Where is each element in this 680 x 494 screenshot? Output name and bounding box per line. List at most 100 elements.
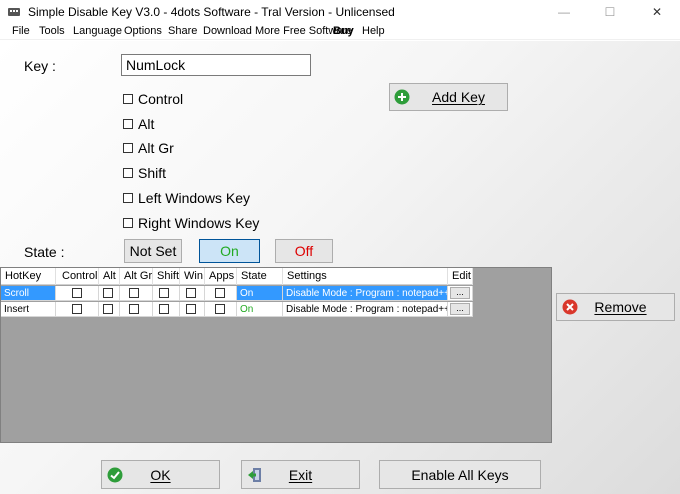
row-alt-checkbox[interactable] — [103, 304, 113, 314]
ok-label: OK — [150, 466, 171, 483]
grid-header: HotKey Control Alt Alt Gr Shift Win Apps… — [1, 268, 473, 285]
menu-tools[interactable]: Tools — [39, 25, 65, 37]
checkbox-box[interactable] — [123, 168, 133, 178]
shift-checkbox[interactable]: Shift — [123, 165, 166, 181]
col-control[interactable]: Control — [56, 268, 99, 285]
row-control-checkbox[interactable] — [72, 288, 82, 298]
row-alt-cell — [99, 286, 120, 301]
add-key-label: Add Key — [432, 89, 485, 105]
control-checkbox-label: Control — [138, 91, 184, 107]
x-circle-icon — [562, 299, 578, 315]
row-state[interactable]: On — [237, 302, 283, 317]
col-hotkey[interactable]: HotKey — [1, 268, 56, 285]
altgr-checkbox[interactable]: Alt Gr — [123, 140, 174, 156]
row-control-cell — [56, 302, 99, 317]
row-shift-cell — [153, 302, 180, 317]
row-alt-checkbox[interactable] — [103, 288, 113, 298]
exit-button[interactable]: Exit — [241, 460, 360, 489]
row-apps-checkbox[interactable] — [215, 304, 225, 314]
control-checkbox[interactable]: Control — [123, 91, 183, 107]
row-apps-cell — [205, 302, 237, 317]
enable-all-keys-label: Enable All Keys — [411, 466, 509, 483]
row-win-cell — [180, 286, 205, 301]
menu-download[interactable]: Download More Free Software — [203, 25, 352, 37]
left-windows-key-checkbox[interactable]: Left Windows Key — [123, 190, 250, 206]
exit-label: Exit — [288, 466, 313, 483]
row-edit-cell: ... — [448, 302, 473, 317]
plus-circle-icon — [394, 89, 410, 105]
row-hotkey[interactable]: Insert — [1, 302, 56, 317]
menu-language[interactable]: Language — [73, 25, 122, 37]
close-button[interactable]: ✕ — [634, 0, 680, 24]
menu-help[interactable]: Help — [362, 25, 385, 37]
row-altgr-cell — [120, 286, 153, 301]
row-settings[interactable]: Disable Mode : Program : notepad++ — [283, 286, 448, 301]
key-label: Key : — [24, 58, 56, 74]
row-shift-cell — [153, 286, 180, 301]
row-altgr-checkbox[interactable] — [129, 304, 139, 314]
checkbox-box[interactable] — [123, 94, 133, 104]
col-altgr[interactable]: Alt Gr — [120, 268, 153, 285]
row-edit-button[interactable]: ... — [450, 303, 470, 315]
row-win-cell — [180, 302, 205, 317]
main-panel: Key : Control Alt Alt Gr Shift Left Wind… — [0, 41, 680, 494]
add-key-button[interactable]: Add Key — [389, 83, 508, 111]
checkbox-box[interactable] — [123, 193, 133, 203]
menu-options[interactable]: Options — [124, 25, 162, 37]
row-state[interactable]: On — [237, 286, 283, 301]
row-shift-checkbox[interactable] — [159, 288, 169, 298]
col-state[interactable]: State — [237, 268, 283, 285]
menu-buy[interactable]: Buy — [333, 25, 354, 37]
row-edit-button[interactable]: ... — [450, 287, 470, 299]
exit-door-icon — [248, 468, 261, 482]
col-settings[interactable]: Settings — [283, 268, 448, 285]
table-row[interactable]: Scroll On Disable Mode : Program : notep… — [1, 286, 473, 301]
ok-button[interactable]: OK — [101, 460, 220, 489]
checkbox-box[interactable] — [123, 143, 133, 153]
menu-file[interactable]: File — [12, 25, 30, 37]
row-alt-cell — [99, 302, 120, 317]
key-input[interactable] — [121, 54, 311, 76]
state-on-button[interactable]: On — [199, 239, 260, 263]
row-shift-checkbox[interactable] — [159, 304, 169, 314]
state-not-set-button[interactable]: Not Set — [124, 239, 182, 263]
minimize-button[interactable]: — — [541, 0, 587, 24]
col-alt[interactable]: Alt — [99, 268, 120, 285]
row-control-cell — [56, 286, 99, 301]
alt-checkbox-label: Alt — [138, 116, 155, 132]
row-settings[interactable]: Disable Mode : Program : notepad++ — [283, 302, 448, 317]
check-circle-icon — [107, 467, 123, 483]
col-win[interactable]: Win — [180, 268, 205, 285]
row-hotkey[interactable]: Scroll — [1, 286, 56, 301]
table-row[interactable]: Insert On Disable Mode : Program : notep… — [1, 302, 473, 317]
row-altgr-cell — [120, 302, 153, 317]
checkbox-box[interactable] — [123, 119, 133, 129]
row-win-checkbox[interactable] — [186, 304, 196, 314]
col-shift[interactable]: Shift — [153, 268, 180, 285]
hotkey-grid[interactable]: HotKey Control Alt Alt Gr Shift Win Apps… — [0, 267, 552, 443]
right-windows-key-label: Right Windows Key — [138, 215, 260, 231]
enable-all-keys-button[interactable]: Enable All Keys — [379, 460, 541, 489]
window-title: Simple Disable Key V3.0 - 4dots Software… — [28, 5, 395, 19]
checkbox-box[interactable] — [123, 218, 133, 228]
row-altgr-checkbox[interactable] — [129, 288, 139, 298]
alt-checkbox[interactable]: Alt — [123, 116, 154, 132]
left-windows-key-label: Left Windows Key — [138, 190, 251, 206]
right-windows-key-checkbox[interactable]: Right Windows Key — [123, 215, 259, 231]
state-off-button[interactable]: Off — [275, 239, 333, 263]
menu-bar: File Tools Language Options Share Downlo… — [0, 24, 680, 40]
menu-share[interactable]: Share — [168, 25, 197, 37]
row-control-checkbox[interactable] — [72, 304, 82, 314]
row-edit-cell: ... — [448, 286, 473, 301]
row-win-checkbox[interactable] — [186, 288, 196, 298]
maximize-button[interactable]: ☐ — [587, 0, 633, 24]
shift-checkbox-label: Shift — [138, 165, 167, 181]
row-apps-checkbox[interactable] — [215, 288, 225, 298]
row-apps-cell — [205, 286, 237, 301]
col-apps[interactable]: Apps — [205, 268, 237, 285]
state-label: State : — [24, 244, 65, 260]
altgr-checkbox-label: Alt Gr — [138, 140, 174, 156]
title-bar: Simple Disable Key V3.0 - 4dots Software… — [0, 0, 680, 24]
remove-button[interactable]: Remove — [556, 293, 675, 321]
col-edit[interactable]: Edit — [448, 268, 473, 285]
